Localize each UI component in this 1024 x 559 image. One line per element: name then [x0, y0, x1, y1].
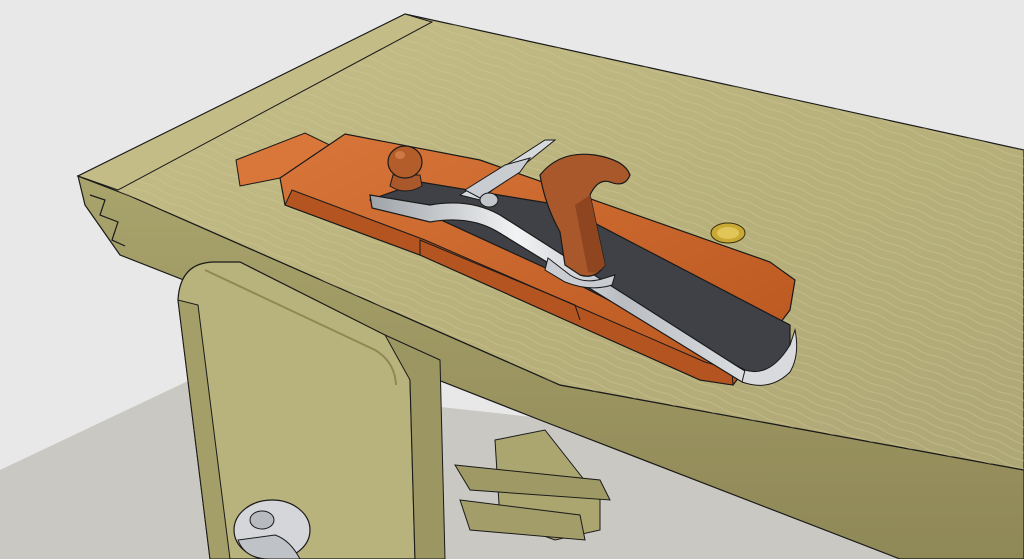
- woodworking-scene: [0, 0, 1024, 559]
- plane-knob: [387, 145, 423, 179]
- scene-canvas: [0, 13, 1024, 559]
- plane-adjuster: [479, 192, 499, 208]
- plane-knob-highlight: [395, 151, 405, 159]
- vise-screw-boss: [249, 510, 275, 530]
- bench-dog-hole-inner: [717, 227, 739, 239]
